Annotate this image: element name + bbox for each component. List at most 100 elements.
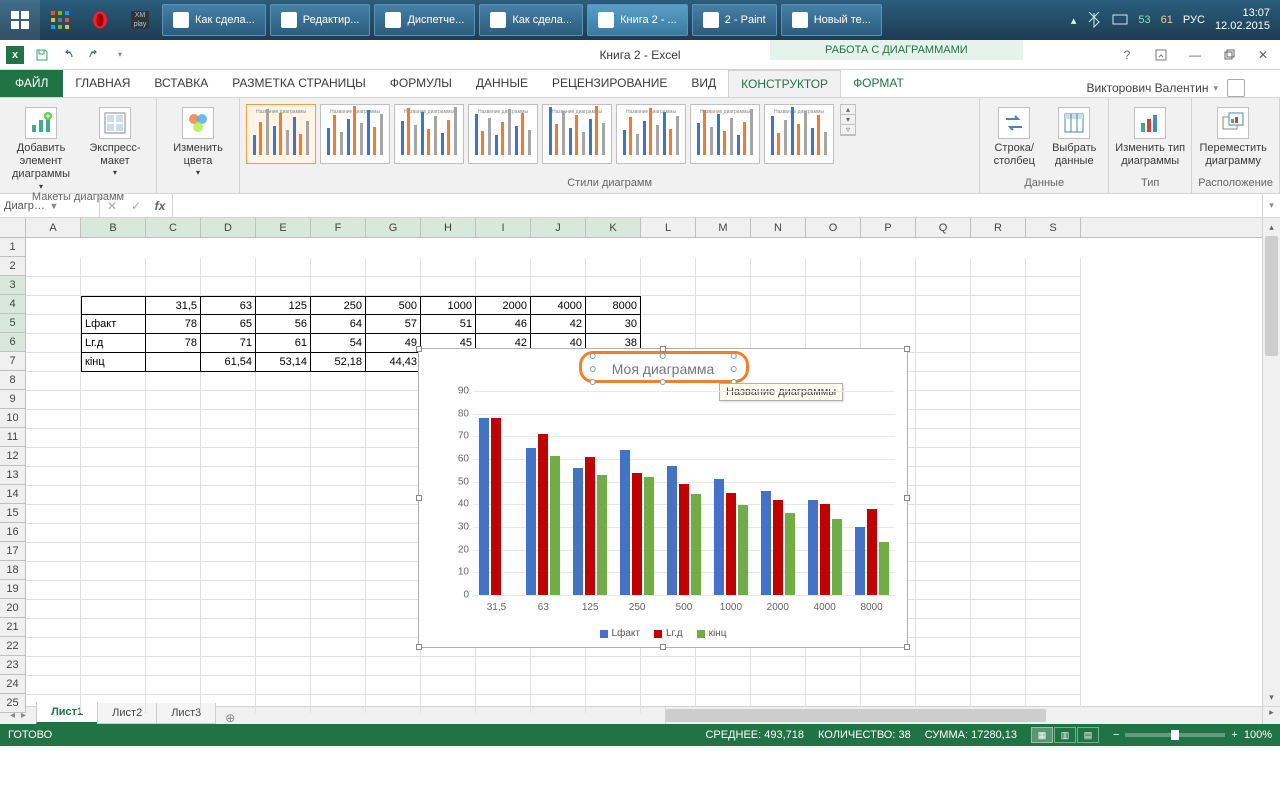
cell[interactable]: [1026, 657, 1081, 676]
cell[interactable]: [971, 505, 1026, 524]
cell[interactable]: [26, 619, 81, 638]
cell[interactable]: [696, 296, 751, 315]
cell[interactable]: [916, 505, 971, 524]
cell[interactable]: [311, 638, 366, 657]
cell[interactable]: [916, 429, 971, 448]
chart-legend[interactable]: LфактLг.дкінц: [419, 628, 907, 639]
ribbon-tab-вид[interactable]: ВИД: [679, 70, 728, 97]
cell[interactable]: [256, 600, 311, 619]
cell[interactable]: [1026, 334, 1081, 353]
cell[interactable]: [1026, 467, 1081, 486]
normal-view-button[interactable]: ▦: [1031, 727, 1053, 743]
cell[interactable]: [806, 657, 861, 676]
cell[interactable]: [1026, 638, 1081, 657]
ribbon-tab-формат[interactable]: ФОРМАТ: [841, 70, 916, 97]
taskbar-item[interactable]: Как сдела...: [162, 4, 266, 36]
row-header-14[interactable]: 14: [0, 485, 25, 504]
chart-bar[interactable]: [761, 491, 771, 595]
close-button[interactable]: ✕: [1246, 44, 1280, 66]
cell[interactable]: [531, 657, 586, 676]
cell[interactable]: [806, 258, 861, 277]
cell[interactable]: [146, 562, 201, 581]
zoom-slider[interactable]: [1125, 733, 1225, 737]
chart-bar[interactable]: [879, 542, 889, 595]
cell[interactable]: [256, 277, 311, 296]
cell[interactable]: [311, 581, 366, 600]
cell[interactable]: [971, 391, 1026, 410]
qat-dropdown[interactable]: ▾: [108, 44, 132, 66]
cell[interactable]: [81, 372, 146, 391]
cell[interactable]: [971, 543, 1026, 562]
cell[interactable]: Lфакт: [81, 315, 146, 334]
ribbon-tab-конструктор[interactable]: КОНСТРУКТОР: [728, 70, 841, 97]
cell[interactable]: [971, 334, 1026, 353]
cell[interactable]: [146, 619, 201, 638]
cell[interactable]: [311, 505, 366, 524]
cell[interactable]: [81, 695, 146, 713]
cell[interactable]: [26, 372, 81, 391]
cell[interactable]: [26, 638, 81, 657]
ribbon-tab-вставка[interactable]: ВСТАВКА: [142, 70, 220, 97]
cell[interactable]: [256, 543, 311, 562]
chart-style-thumb[interactable]: Название диаграммы: [394, 104, 464, 164]
row-header-18[interactable]: 18: [0, 561, 25, 580]
row-header-1[interactable]: 1: [0, 238, 25, 257]
chart-bar[interactable]: [832, 519, 842, 595]
cell[interactable]: [586, 676, 641, 695]
cell[interactable]: [201, 505, 256, 524]
cell[interactable]: [146, 410, 201, 429]
chart-style-thumb[interactable]: Название диаграммы: [542, 104, 612, 164]
cell[interactable]: [311, 600, 366, 619]
cell[interactable]: [81, 657, 146, 676]
chart-bar[interactable]: [550, 456, 560, 595]
taskbar-item[interactable]: Редактир...: [270, 4, 371, 36]
row-header-9[interactable]: 9: [0, 390, 25, 409]
cell[interactable]: 61: [256, 334, 311, 353]
cell[interactable]: [1026, 258, 1081, 277]
cell[interactable]: 63: [201, 296, 256, 315]
move-chart-button[interactable]: Переместить диаграмму: [1198, 104, 1268, 168]
legend-item[interactable]: Lг.д: [654, 628, 683, 639]
cell[interactable]: [256, 372, 311, 391]
cell[interactable]: [81, 543, 146, 562]
cell[interactable]: [366, 657, 421, 676]
row-header-8[interactable]: 8: [0, 371, 25, 390]
cell[interactable]: 64: [311, 315, 366, 334]
cell[interactable]: [81, 486, 146, 505]
cell[interactable]: 51: [421, 315, 476, 334]
cell[interactable]: [26, 353, 81, 372]
cell[interactable]: [696, 315, 751, 334]
cell[interactable]: [81, 467, 146, 486]
cell[interactable]: [806, 277, 861, 296]
cell[interactable]: [1026, 277, 1081, 296]
cell[interactable]: [476, 277, 531, 296]
cell[interactable]: 4000: [531, 296, 586, 315]
cell[interactable]: [366, 486, 421, 505]
cell[interactable]: [971, 296, 1026, 315]
cell[interactable]: [916, 353, 971, 372]
row-header-22[interactable]: 22: [0, 637, 25, 656]
cell[interactable]: [256, 657, 311, 676]
cell[interactable]: [366, 619, 421, 638]
cell[interactable]: [311, 277, 366, 296]
cell[interactable]: [256, 467, 311, 486]
vertical-scrollbar[interactable]: ▴ ▾: [1262, 218, 1280, 706]
row-header-3[interactable]: 3: [0, 276, 25, 295]
cell[interactable]: [531, 258, 586, 277]
cell[interactable]: [916, 657, 971, 676]
cell[interactable]: [311, 676, 366, 695]
cell[interactable]: [421, 657, 476, 676]
cell[interactable]: [81, 429, 146, 448]
chart-bar[interactable]: [691, 494, 701, 595]
chart-style-thumb[interactable]: Название диаграммы: [320, 104, 390, 164]
hscroll-thumb[interactable]: [666, 709, 1046, 722]
cell[interactable]: [1026, 429, 1081, 448]
cell[interactable]: [366, 277, 421, 296]
cell[interactable]: [971, 410, 1026, 429]
cell[interactable]: [26, 429, 81, 448]
cell[interactable]: [586, 277, 641, 296]
chart-bar[interactable]: [538, 434, 548, 595]
cell[interactable]: [201, 619, 256, 638]
cell[interactable]: [1026, 486, 1081, 505]
row-header-23[interactable]: 23: [0, 656, 25, 675]
